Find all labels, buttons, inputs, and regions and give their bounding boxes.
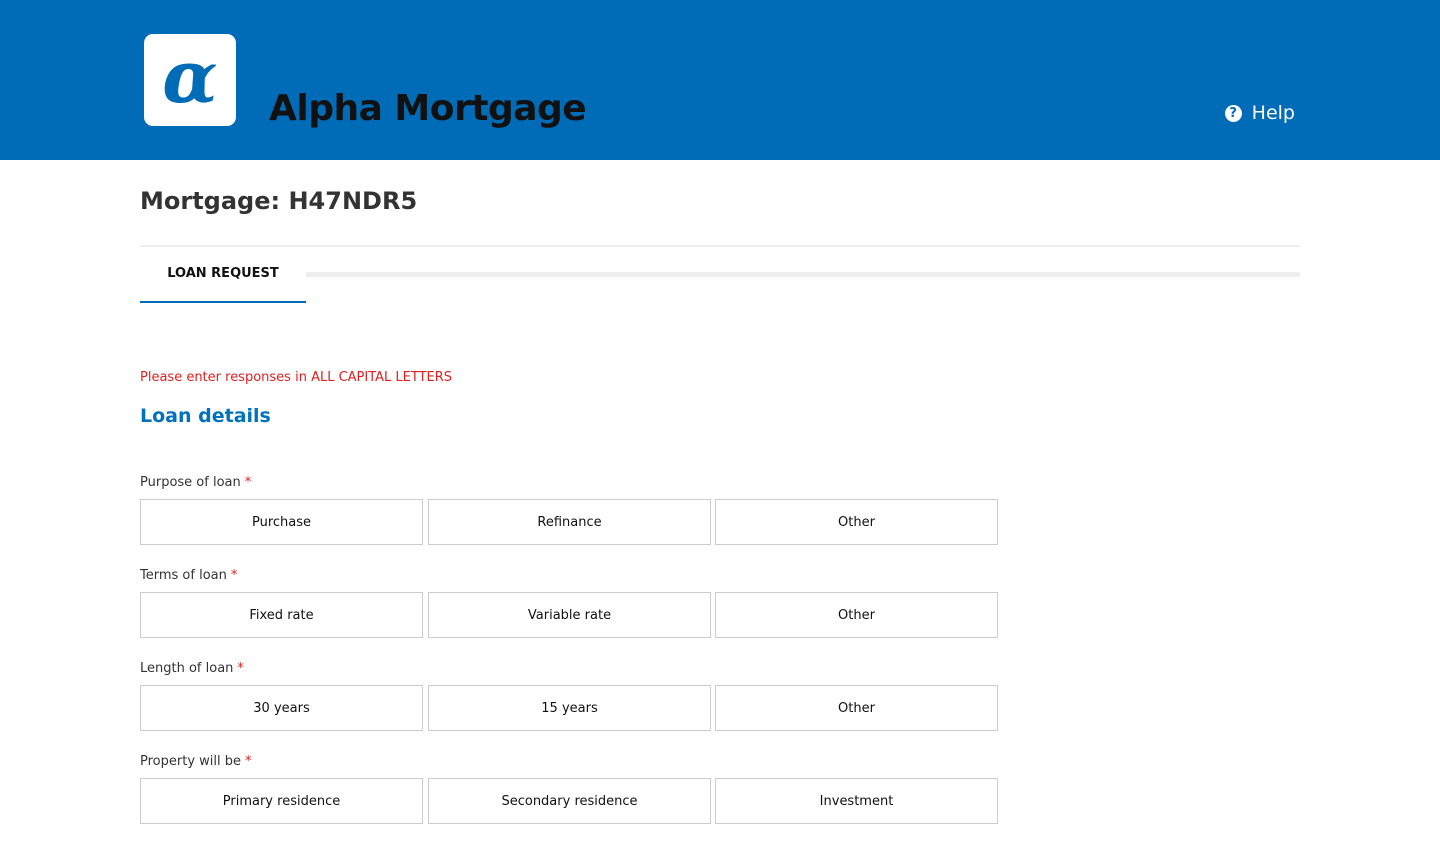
required-marker: * bbox=[245, 754, 252, 769]
capital-letters-notice: Please enter responses in ALL CAPITAL LE… bbox=[140, 370, 453, 385]
option-30-years[interactable]: 30 years bbox=[140, 685, 423, 731]
alpha-logo[interactable]: α bbox=[144, 34, 236, 126]
field-property-will-be: Property will be * Primary residence Seco… bbox=[140, 754, 998, 824]
required-marker: * bbox=[237, 661, 244, 676]
alpha-logo-icon: α bbox=[162, 34, 218, 119]
option-investment[interactable]: Investment bbox=[715, 778, 998, 824]
field-label-text: Terms of loan bbox=[140, 568, 227, 583]
option-group: Primary residence Secondary residence In… bbox=[140, 778, 998, 824]
required-marker: * bbox=[244, 475, 252, 490]
field-label: Terms of loan * bbox=[140, 568, 998, 585]
field-length-of-loan: Length of loan * 30 years 15 years Other bbox=[140, 661, 998, 731]
help-label: Help bbox=[1251, 102, 1295, 124]
option-variable-rate[interactable]: Variable rate bbox=[428, 592, 711, 638]
field-label: Purpose of loan * bbox=[140, 475, 998, 492]
field-label-text: Property will be bbox=[140, 754, 241, 769]
option-primary-residence[interactable]: Primary residence bbox=[140, 778, 423, 824]
field-label: Property will be * bbox=[140, 754, 998, 771]
option-other[interactable]: Other bbox=[715, 685, 998, 731]
option-group: Fixed rate Variable rate Other bbox=[140, 592, 998, 638]
option-purchase[interactable]: Purchase bbox=[140, 499, 423, 545]
option-group: 30 years 15 years Other bbox=[140, 685, 998, 731]
option-refinance[interactable]: Refinance bbox=[428, 499, 711, 545]
help-link[interactable]: ? Help bbox=[1224, 102, 1295, 124]
tab-loan-request[interactable]: LOAN REQUEST bbox=[140, 248, 306, 303]
option-fixed-rate[interactable]: Fixed rate bbox=[140, 592, 423, 638]
field-label-text: Length of loan bbox=[140, 661, 234, 676]
option-group: Purchase Refinance Other bbox=[140, 499, 998, 545]
section-title-loan-details: Loan details bbox=[140, 405, 271, 427]
field-purpose-of-loan: Purpose of loan * Purchase Refinance Othe… bbox=[140, 475, 998, 545]
app-header: α Alpha Mortgage ? Help bbox=[0, 0, 1440, 160]
brand-name: Alpha Mortgage bbox=[269, 88, 587, 129]
option-other[interactable]: Other bbox=[715, 592, 998, 638]
option-other[interactable]: Other bbox=[715, 499, 998, 545]
title-divider bbox=[140, 245, 1300, 247]
tab-track bbox=[306, 272, 1300, 277]
tab-bar: LOAN REQUEST bbox=[140, 248, 1300, 303]
field-terms-of-loan: Terms of loan * Fixed rate Variable rate … bbox=[140, 568, 998, 638]
field-label: Length of loan * bbox=[140, 661, 998, 678]
field-label-text: Purpose of loan bbox=[140, 475, 241, 490]
option-15-years[interactable]: 15 years bbox=[428, 685, 711, 731]
page-title: Mortgage: H47NDR5 bbox=[140, 187, 418, 215]
option-secondary-residence[interactable]: Secondary residence bbox=[428, 778, 711, 824]
required-marker: * bbox=[230, 568, 238, 583]
question-circle-icon: ? bbox=[1224, 104, 1242, 122]
